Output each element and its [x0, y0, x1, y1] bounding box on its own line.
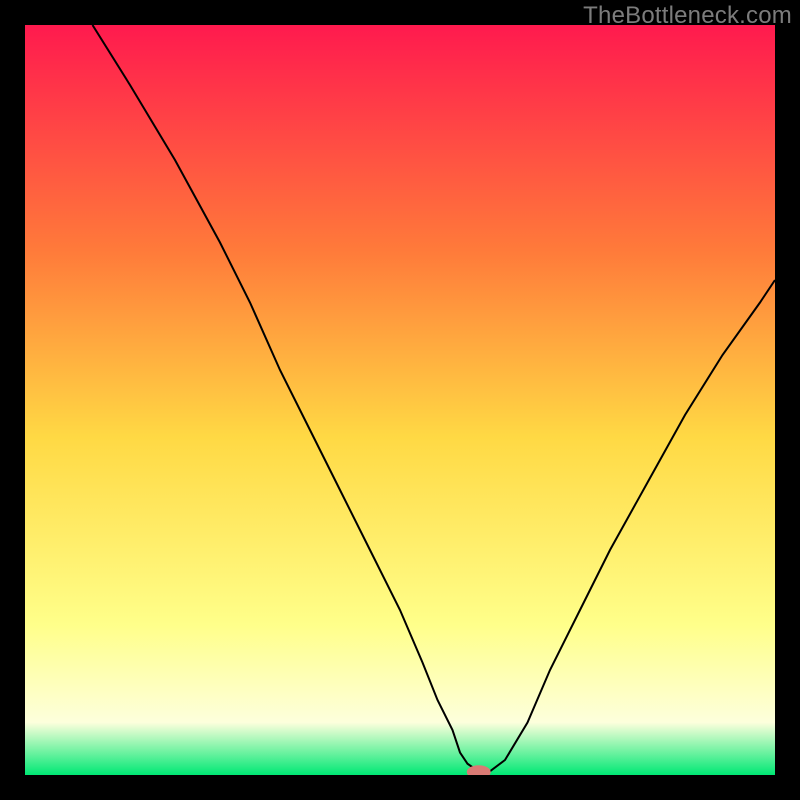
chart-frame: TheBottleneck.com: [0, 0, 800, 800]
watermark-text: TheBottleneck.com: [583, 2, 792, 30]
gradient-background: [25, 25, 775, 775]
bottleneck-chart: [25, 25, 775, 775]
